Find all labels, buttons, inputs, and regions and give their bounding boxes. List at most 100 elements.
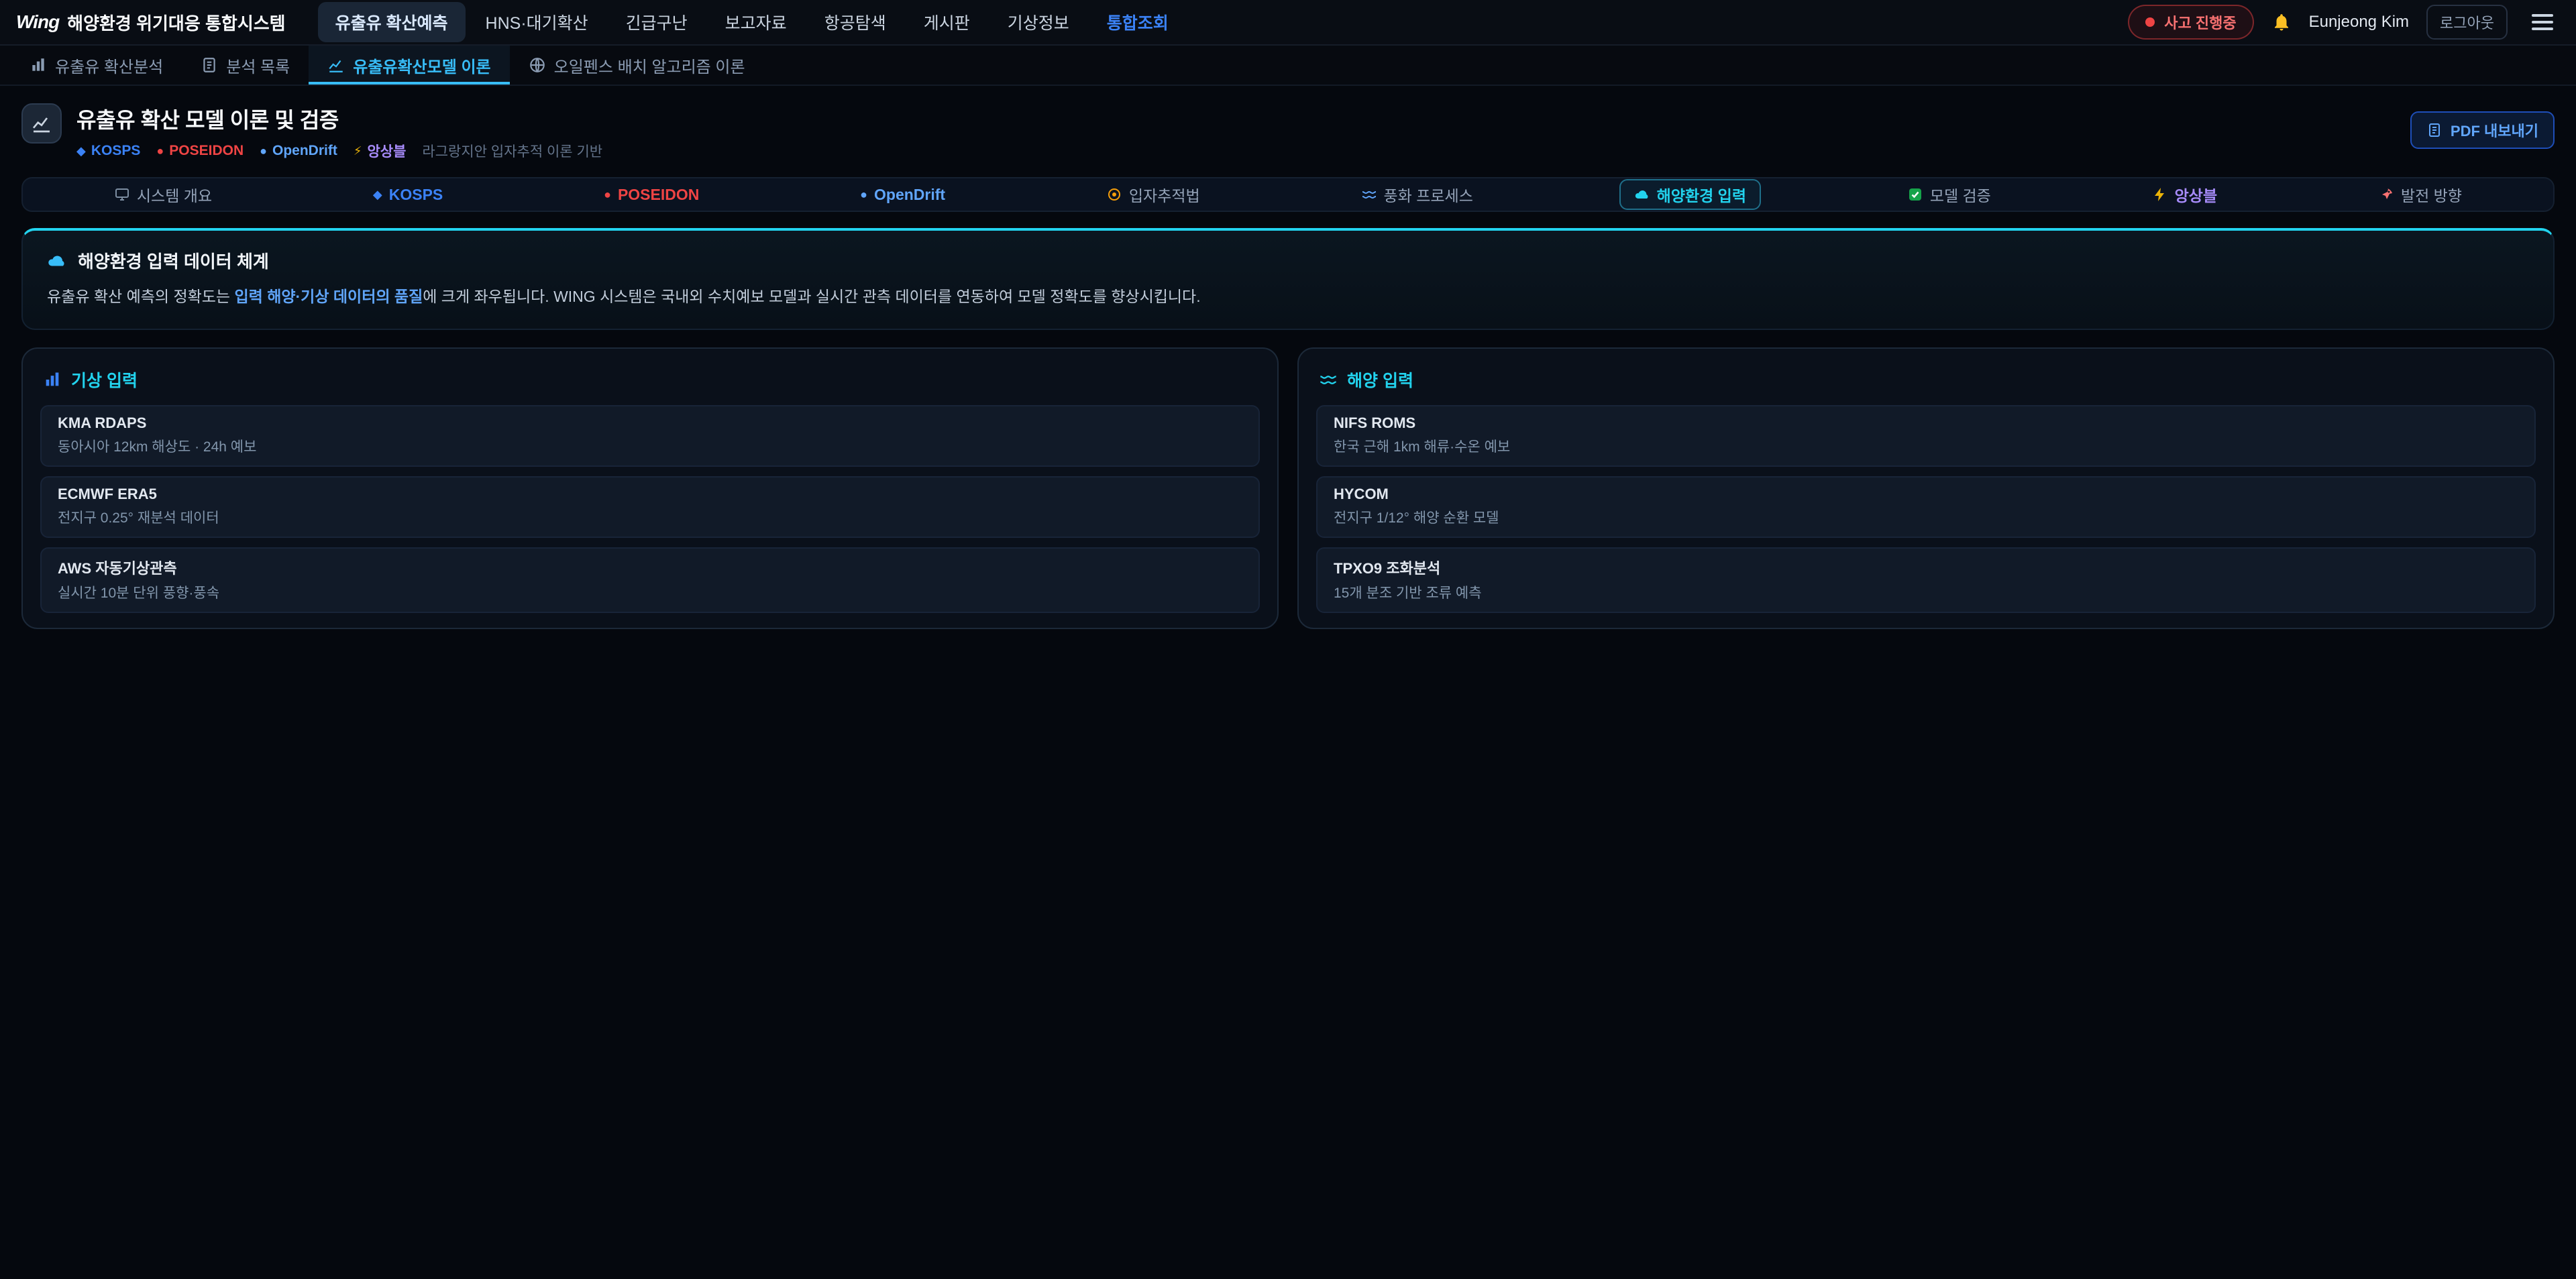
tab-oil-fence-algorithm-theory[interactable]: 오일펜스 배치 알고리즘 이론 [510,46,764,85]
section-nav-model-validation[interactable]: 모델 검증 [1892,179,2006,210]
incident-label: 사고 진행중 [2164,11,2236,33]
list-item: ECMWF ERA5 전지구 0.25° 재분석 데이터 [40,476,1260,538]
app-title: 해양환경 위기대응 통합시스템 [67,10,285,35]
hamburger-menu-icon[interactable] [2525,7,2560,37]
section-nav-system-overview[interactable]: 시스템 개요 [99,179,227,210]
ocean-rows: NIFS ROMS 한국 근해 1km 해류·수온 예보 HYCOM 전지구 1… [1316,405,2536,613]
nav-item-reports[interactable]: 보고자료 [708,2,804,42]
weather-card-title: 기상 입력 [71,368,138,392]
tab-spill-model-theory[interactable]: 유출유확산모델 이론 [309,46,509,85]
sub-tab-bar: 유출유 확산분석 분석 목록 유출유확산모델 이론 오일펜스 배치 알고리즘 이… [0,46,2576,86]
nav-item-hns-atmospheric[interactable]: HNS·대기확산 [468,2,606,42]
page-subtitle: 라그랑지안 입자추적 이론 기반 [422,141,602,161]
wave-icon [1319,370,1338,389]
dot-icon: ● [260,144,267,158]
list-item: TPXO9 조화분석 15개 분조 기반 조류 예측 [1316,547,2536,613]
page-title: 유출유 확산 모델 이론 및 검증 [76,103,602,134]
cloud-icon [47,251,67,271]
tag-opendrift: ●OpenDrift [260,143,337,159]
dot-icon: ● [860,188,867,202]
section-nav-bar: 시스템 개요 ◆KOSPS ●POSEIDON ●OpenDrift 입자추적법… [21,177,2555,212]
tag-kosps: ◆KOSPS [76,143,140,159]
monitor-icon [114,186,130,203]
data-source-desc: 실시간 10분 단위 풍향·풍속 [58,582,1242,602]
ocean-card-title: 해양 입력 [1347,368,1413,392]
bar-chart-icon [43,370,62,389]
target-icon [1106,186,1122,203]
section-title-row: 해양환경 입력 데이터 체계 [47,248,2529,273]
section-nav-ensemble[interactable]: 앙상블 [2137,179,2232,210]
lightning-icon: ⚡ [354,144,362,158]
logout-button[interactable]: 로그아웃 [2426,5,2508,40]
nav-item-aerial-search[interactable]: 항공탐색 [807,2,904,42]
user-name: Eunjeong Kim [2309,13,2409,32]
tag-ensemble: ⚡앙상블 [354,141,407,161]
dot-icon: ● [156,144,164,158]
check-icon [1907,186,1923,203]
nav-item-weather-info[interactable]: 기상정보 [990,2,1087,42]
lightning-icon [2152,186,2168,203]
section-nav-marine-env-input[interactable]: 해양환경 입력 [1619,179,1761,210]
rocket-icon [2378,186,2394,203]
marine-env-input-section: 해양환경 입력 데이터 체계 유출유 확산 예측의 정확도는 입력 해양·기상 … [21,228,2555,330]
diamond-icon: ◆ [76,144,86,158]
data-source-desc: 한국 근해 1km 해류·수온 예보 [1334,436,2518,456]
ocean-card-title-row: 해양 입력 [1319,368,2533,392]
cloud-icon [1634,186,1650,203]
nav-item-emergency-rescue[interactable]: 긴급구난 [608,2,705,42]
data-source-desc: 15개 분조 기반 조류 예측 [1334,582,2518,602]
weather-rows: KMA RDAPS 동아시아 12km 해상도 · 24h 예보 ECMWF E… [40,405,1260,613]
section-nav-kosps[interactable]: ◆KOSPS [358,182,458,208]
line-chart-icon [327,56,345,74]
data-source-name: HYCOM [1334,486,2518,503]
model-tag-row: ◆KOSPS ●POSEIDON ●OpenDrift ⚡앙상블 라그랑지안 입… [76,141,602,161]
main-nav: 유출유 확산예측 HNS·대기확산 긴급구난 보고자료 항공탐색 게시판 기상정… [318,2,1186,42]
section-nav-future-direction[interactable]: 발전 방향 [2363,179,2477,210]
section-description: 유출유 확산 예측의 정확도는 입력 해양·기상 데이터의 품질에 크게 좌우됩… [47,285,2529,309]
tab-analysis-list[interactable]: 분석 목록 [182,46,309,85]
section-nav-weathering-process[interactable]: 풍화 프로세스 [1346,179,1488,210]
input-data-cards: 기상 입력 KMA RDAPS 동아시아 12km 해상도 · 24h 예보 E… [21,347,2555,629]
incident-dot-icon [2145,17,2155,27]
nav-item-oil-spill-prediction[interactable]: 유출유 확산예측 [318,2,466,42]
page-header-chart-icon [21,103,62,144]
weather-input-card: 기상 입력 KMA RDAPS 동아시아 12km 해상도 · 24h 예보 E… [21,347,1279,629]
data-source-desc: 동아시아 12km 해상도 · 24h 예보 [58,436,1242,456]
page-header: 유출유 확산 모델 이론 및 검증 ◆KOSPS ●POSEIDON ●Open… [0,86,2576,169]
diamond-icon: ◆ [373,188,382,202]
topbar-right-cluster: 사고 진행중 Eunjeong Kim 로그아웃 [2128,5,2560,40]
waves-icon [1361,186,1377,203]
page-header-text: 유출유 확산 모델 이론 및 검증 ◆KOSPS ●POSEIDON ●Open… [76,103,602,161]
data-source-name: TPXO9 조화분석 [1334,557,2518,578]
section-title: 해양환경 입력 데이터 체계 [78,248,269,273]
tab-spill-analysis[interactable]: 유출유 확산분석 [11,46,182,85]
section-nav-poseidon[interactable]: ●POSEIDON [589,182,714,208]
data-source-desc: 전지구 0.25° 재분석 데이터 [58,507,1242,527]
pdf-export-button[interactable]: PDF 내보내기 [2410,111,2555,149]
list-item: HYCOM 전지구 1/12° 해양 순환 모델 [1316,476,2536,538]
app-logo[interactable]: Wing 해양환경 위기대응 통합시스템 [16,10,286,35]
list-item: NIFS ROMS 한국 근해 1km 해류·수온 예보 [1316,405,2536,467]
section-nav-opendrift[interactable]: ●OpenDrift [845,182,960,208]
chart-bars-icon [30,56,47,74]
data-source-name: NIFS ROMS [1334,414,2518,432]
nav-item-integrated-search[interactable]: 통합조회 [1089,2,1186,42]
ocean-input-card: 해양 입력 NIFS ROMS 한국 근해 1km 해류·수온 예보 HYCOM… [1297,347,2555,629]
document-icon [201,56,218,74]
app-logo-text: Wing [16,11,59,33]
highlight-text: 입력 해양·기상 데이터의 품질 [234,288,423,305]
globe-icon [529,56,546,74]
incident-status-badge[interactable]: 사고 진행중 [2128,5,2253,40]
data-source-desc: 전지구 1/12° 해양 순환 모델 [1334,507,2518,527]
weather-card-title-row: 기상 입력 [43,368,1257,392]
data-source-name: KMA RDAPS [58,414,1242,432]
data-source-name: AWS 자동기상관측 [58,557,1242,578]
section-nav-particle-tracking[interactable]: 입자추적법 [1091,179,1215,210]
nav-item-board[interactable]: 게시판 [906,2,987,42]
dot-icon: ● [604,188,611,202]
tag-poseidon: ●POSEIDON [156,143,244,159]
top-navigation-bar: Wing 해양환경 위기대응 통합시스템 유출유 확산예측 HNS·대기확산 긴… [0,0,2576,46]
list-item: AWS 자동기상관측 실시간 10분 단위 풍향·풍속 [40,547,1260,613]
pdf-document-icon [2426,122,2443,138]
bell-icon[interactable] [2271,12,2292,32]
